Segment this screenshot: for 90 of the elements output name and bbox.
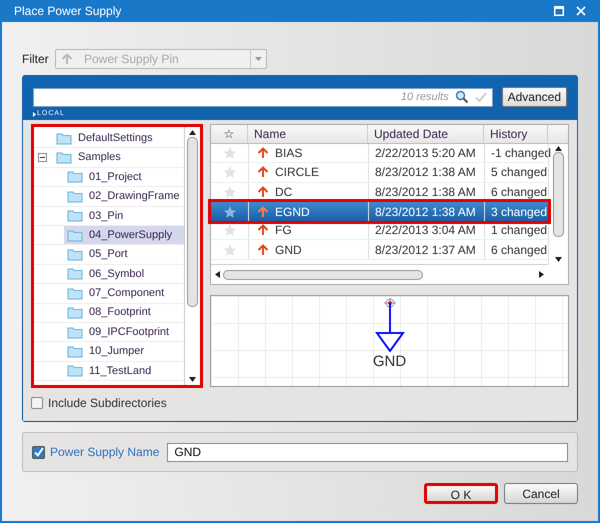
scroll-left-icon[interactable] [215,271,220,278]
vertical-scrollbar[interactable] [184,127,200,385]
arrow-up-icon [257,224,269,236]
star-icon[interactable] [222,146,236,160]
tree-item[interactable]: Samples [53,148,184,167]
collapse-toggle-icon[interactable] [38,153,47,162]
name-cell-text: CIRCLE [275,164,320,182]
name-cell-text: DC [275,184,292,201]
table-row[interactable]: EGND 8/23/2012 1:38 AM 3 changed [211,202,548,222]
power-supply-name-label: Power Supply Name [50,444,160,461]
folder-icon [56,151,72,164]
folder-icon [67,228,83,242]
date-cell-text: 2/22/2013 3:04 AM [375,222,476,240]
checkbox[interactable] [32,446,45,458]
date-cell-text: 8/23/2012 1:38 AM [375,164,476,182]
dropdown-caret-icon [255,57,262,61]
scroll-down-icon[interactable] [189,377,196,382]
close-icon[interactable] [576,6,586,16]
history-cell-text: 6 changed [491,242,548,259]
symbol-label: GND [372,354,406,369]
name-cell-text: BIAS [275,145,302,162]
column-header[interactable]: History [484,125,548,143]
expand-arrow-icon[interactable] [33,112,36,116]
tree-item[interactable]: 09_IPCFootprint [64,322,184,342]
name-cell-text: GND [275,242,302,259]
tree-item[interactable]: 07_Component [64,284,184,303]
power-supply-name-field[interactable]: GND [167,442,568,462]
table-row[interactable]: GND 8/23/2012 1:37 AM 6 changed [211,240,548,260]
arrow-up-icon [257,166,269,178]
folder-icon [67,248,83,262]
star-icon[interactable] [222,184,236,199]
tree-item[interactable]: 03_Pin [64,206,184,225]
tree-item[interactable]: 11_TestLand [64,362,184,380]
advanced-button[interactable]: Advanced [502,87,567,107]
history-cell-text: 5 changed [491,164,548,182]
folder-icon [67,286,83,300]
folder-icon [67,170,83,184]
star-icon[interactable] [222,165,236,180]
name-cell-text: FG [275,222,292,240]
window-title: Place Power Supply [14,3,122,20]
date-cell-text: 8/23/2012 1:37 AM [375,242,476,259]
check-icon[interactable] [474,91,487,103]
star-icon[interactable] [222,242,236,257]
column-header[interactable]: Updated Date [368,125,484,143]
tree-item[interactable]: 05_Port [64,245,184,264]
scroll-up-icon[interactable] [189,130,196,135]
scroll-right-icon[interactable] [539,271,544,278]
maximize-icon[interactable] [554,6,564,16]
column-header[interactable]: Name [248,125,368,143]
filter-label: Filter [22,51,50,68]
tree-item[interactable]: DefaultSettings [53,129,184,148]
arrow-up-icon [61,53,73,65]
arrow-up-icon [257,186,269,198]
tree-item[interactable]: 01_Project [64,168,184,186]
folder-icon [67,364,83,378]
folder-icon [56,132,72,145]
folder-icon [67,190,83,203]
folder-icon [67,306,83,320]
search-icon[interactable] [454,90,469,104]
tree-item[interactable]: 02_DrawingFrame [64,187,184,206]
folder-icon [67,344,83,358]
name-cell-text: EGND [275,204,310,221]
arrow-up-icon [257,244,269,256]
date-cell-text: 8/23/2012 1:38 AM [375,184,476,201]
table-row[interactable]: FG 2/22/2013 3:04 AM 1 changed [211,221,548,240]
history-cell-text: 6 changed [491,184,548,201]
include-subdirectories-label: Include Subdirectories [48,395,167,412]
star-icon[interactable] [222,223,236,238]
tree-item[interactable]: 06_Symbol [64,264,184,284]
cancel-button[interactable]: Cancel [504,483,578,504]
folder-icon [67,267,83,280]
column-header[interactable]: ☆ [211,125,248,143]
star-icon[interactable] [222,204,236,219]
date-cell-text: 2/22/2013 5:20 AM [375,145,476,162]
tree-item[interactable]: 10_Jumper [64,342,184,361]
scroll-down-icon[interactable] [555,257,562,262]
history-cell-text: 3 changed [491,204,548,221]
history-cell-text: 1 changed [491,222,548,240]
table-row[interactable]: BIAS 2/22/2013 5:20 AM -1 changed [211,144,548,164]
tree-item[interactable]: 08_Footprint [64,304,184,322]
ok-button[interactable]: O K [424,483,498,504]
folder-icon [67,326,83,339]
table-row[interactable]: CIRCLE 8/23/2012 1:38 AM 5 changed [211,163,548,183]
arrow-up-icon [257,206,269,218]
arrow-up-icon [257,147,269,160]
tree-item[interactable]: 04_PowerSupply [64,226,184,244]
date-cell-text: 8/23/2012 1:38 AM [375,204,476,221]
checkbox[interactable] [31,397,43,409]
result-count: 10 results [400,90,449,105]
folder-icon [67,209,83,222]
